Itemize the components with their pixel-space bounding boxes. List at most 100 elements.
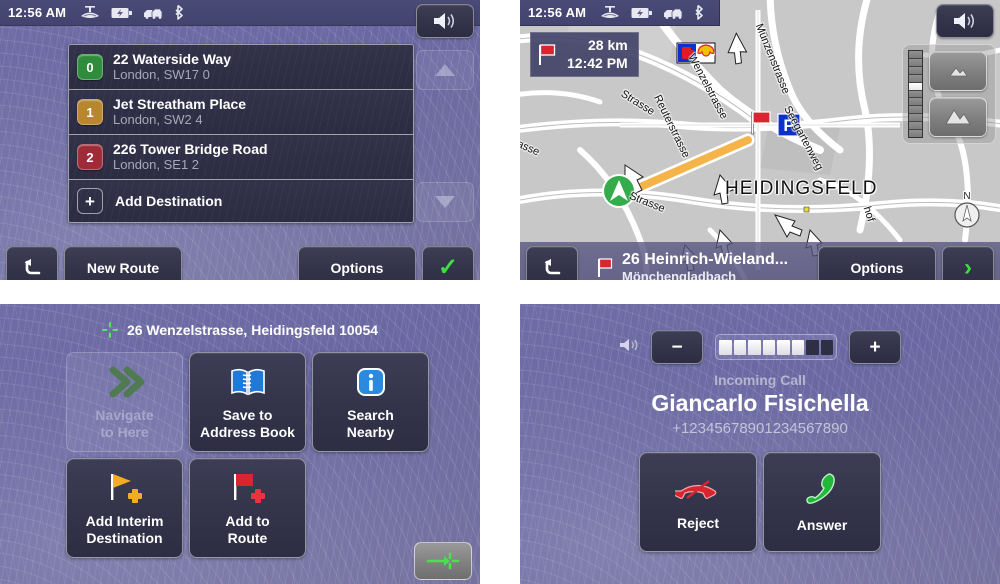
zoom-buttons — [929, 51, 987, 137]
back-button[interactable] — [6, 246, 58, 280]
tile-label: Save to Address Book — [200, 407, 295, 440]
call-action-buttons: Reject Answer — [520, 452, 1000, 552]
go-to-crosshair-button[interactable] — [414, 542, 472, 580]
destination-badge: 1 — [77, 99, 103, 125]
info-icon — [355, 363, 387, 401]
status-bar: 12:56 AM — [520, 0, 720, 26]
next-button[interactable]: › — [942, 246, 994, 280]
save-to-address-book-button[interactable]: Save to Address Book — [189, 352, 306, 452]
plus-icon: + — [77, 188, 103, 214]
volume-segment — [762, 339, 775, 355]
eta-info-box: 28 km 12:42 PM — [530, 32, 639, 77]
status-bar-time: 12:56 AM — [528, 5, 587, 20]
action-tile-grid: Navigate to Here Save to Address Book Se… — [66, 352, 429, 558]
destination-text: 26 Heinrich-Wieland... Mönchengladbach — [622, 251, 788, 280]
volume-speaker-button[interactable] — [936, 4, 994, 38]
destination-title: 22 Waterside Way — [113, 51, 232, 68]
volume-up-button[interactable]: + — [849, 330, 901, 364]
eta-values: 28 km 12:42 PM — [567, 37, 628, 72]
add-interim-destination-button[interactable]: Add Interim Destination — [66, 458, 183, 558]
chevron-down-icon — [435, 196, 455, 208]
volume-control-row: − + — [520, 330, 1000, 364]
bluetooth-icon — [693, 5, 704, 20]
tile-label: Add Interim Destination — [85, 513, 164, 546]
search-nearby-button[interactable]: Search Nearby — [312, 352, 429, 452]
speaker-icon — [619, 337, 639, 358]
bottom-toolbar: 26 Heinrich-Wieland... Mönchengladbach O… — [520, 242, 1000, 280]
zoom-level-segment[interactable] — [909, 122, 922, 131]
destination-title: 26 Heinrich-Wieland... — [622, 251, 789, 269]
zoom-level-segment[interactable] — [909, 114, 922, 123]
confirm-button[interactable]: ✓ — [422, 246, 474, 280]
add-destination-row[interactable]: + Add Destination — [69, 180, 413, 222]
volume-segment — [806, 339, 819, 355]
svg-text:N: N — [963, 191, 970, 202]
svg-text:P: P — [783, 116, 794, 135]
options-button[interactable]: Options — [298, 246, 416, 280]
phone-answer-icon — [805, 472, 839, 509]
zoom-level-segment[interactable] — [909, 82, 922, 91]
zoom-level-segment[interactable] — [909, 74, 922, 83]
caller-name: Giancarlo Fisichella — [651, 390, 869, 416]
back-button[interactable] — [526, 246, 578, 280]
scroll-up-button[interactable] — [416, 50, 474, 90]
volume-slider[interactable] — [715, 334, 837, 360]
new-route-button[interactable]: New Route — [64, 246, 182, 280]
volume-speaker-button[interactable] — [416, 4, 474, 38]
zoom-level-segment[interactable] — [909, 66, 922, 75]
route-list-screen: 12:56 AM 0 22 Waterside Way London, SW17… — [0, 0, 480, 280]
tile-label: Navigate to Here — [95, 407, 154, 440]
volume-segment — [791, 339, 804, 355]
answer-call-button[interactable]: Answer — [763, 452, 881, 552]
table-row[interactable]: 1 Jet Streatham Place London, SW2 4 — [69, 90, 413, 135]
go-to-crosshair-icon — [426, 552, 460, 570]
destination-text: 22 Waterside Way London, SW17 0 — [113, 51, 231, 82]
volume-segment — [820, 339, 833, 355]
incoming-call-screen: − + Incoming Call Giancarlo Fisichella +… — [520, 304, 1000, 584]
location-address-label: 26 Wenzelstrasse, Heidingsfeld 10054 — [126, 322, 379, 338]
destination-summary: 26 Heinrich-Wieland... Mönchengladbach — [596, 251, 788, 280]
zoom-level-segment[interactable] — [909, 51, 922, 59]
zoom-level-segment[interactable] — [909, 106, 922, 115]
traffic-icon — [662, 6, 684, 20]
destination-title: 226 Tower Bridge Road — [113, 141, 268, 158]
volume-down-button[interactable]: − — [651, 330, 703, 364]
scroll-down-button[interactable] — [416, 182, 474, 222]
zoom-level-slider[interactable] — [908, 50, 923, 138]
options-button[interactable]: Options — [818, 246, 936, 280]
page-title: 26 Wenzelstrasse, Heidingsfeld 10054 — [0, 322, 480, 338]
table-row[interactable]: 0 22 Waterside Way London, SW17 0 — [69, 45, 413, 90]
zoom-in-button[interactable] — [929, 51, 987, 91]
navigate-to-here-button[interactable]: Navigate to Here — [66, 352, 183, 452]
zoom-out-button[interactable] — [929, 97, 987, 137]
destination-text: Jet Streatham Place London, SW2 4 — [113, 96, 246, 127]
reject-call-button[interactable]: Reject — [639, 452, 757, 552]
red-flag-plus-icon — [228, 469, 268, 507]
volume-segment — [748, 339, 761, 355]
map-screen: P HEIDINGSFELD Wenzelstrasse Münzenstras… — [520, 0, 1000, 280]
destination-badge: 2 — [77, 144, 103, 170]
table-row[interactable]: 2 226 Tower Bridge Road London, SE1 2 — [69, 135, 413, 180]
zoom-level-segment[interactable] — [909, 90, 922, 99]
bottom-toolbar: New Route Options ✓ — [0, 242, 480, 280]
bluetooth-icon — [173, 5, 184, 20]
eta-distance: 28 km — [588, 37, 628, 53]
green-chevron-icon — [105, 363, 145, 401]
eta-arrival-time: 12:42 PM — [567, 54, 628, 71]
destination-subtitle: London, SE1 2 — [113, 156, 200, 172]
zoom-level-segment[interactable] — [909, 98, 922, 107]
destination-flag-icon — [539, 43, 556, 65]
phone-hangup-icon — [671, 474, 721, 507]
tile-label: Search Nearby — [346, 407, 395, 440]
zoom-level-segment[interactable] — [909, 58, 922, 67]
destination-text: 226 Tower Bridge Road London, SE1 2 — [113, 141, 268, 172]
volume-segment — [719, 339, 732, 355]
zoom-level-segment[interactable] — [909, 130, 922, 137]
answer-label: Answer — [796, 516, 848, 533]
destination-badge: 0 — [77, 54, 103, 80]
reject-label: Reject — [676, 514, 720, 531]
crosshair-icon — [101, 322, 118, 338]
status-bar: 12:56 AM — [0, 0, 480, 26]
add-to-route-button[interactable]: Add to Route — [189, 458, 306, 558]
check-icon: ✓ — [437, 254, 459, 280]
